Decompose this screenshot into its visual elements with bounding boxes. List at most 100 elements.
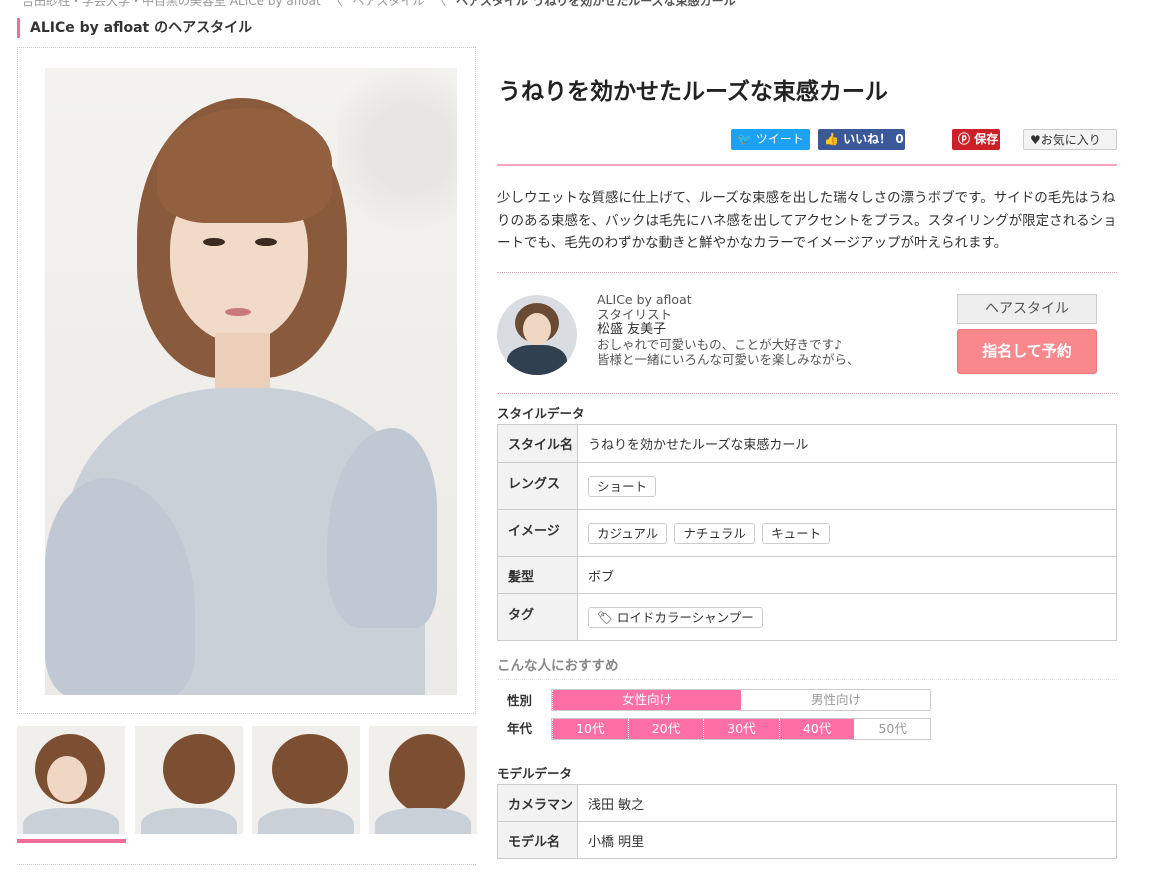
photo-eye-right <box>255 238 277 246</box>
gender-bar: 女性向け 男性向け <box>551 689 931 711</box>
row-key: イメージ <box>497 509 578 557</box>
tweet-button[interactable]: 🐦 ツイート <box>731 129 810 150</box>
stylist-info: ALICe by afloat スタイリスト 松盛 友美子 おしゃれで可愛いもの… <box>597 292 860 367</box>
pin-label: 保存 <box>974 132 999 146</box>
age-50s: 50代 <box>854 719 930 739</box>
stylist-name[interactable]: 松盛 友美子 <box>597 322 860 337</box>
stylist-salon: ALICe by afloat <box>597 292 692 307</box>
table-row: スタイル名 うねりを効かせたルーズな束感カール <box>497 424 1117 463</box>
thumbnail-front[interactable] <box>17 726 125 834</box>
gender-label: 性別 <box>507 693 533 708</box>
thumb-hair <box>272 734 348 804</box>
twitter-bird-icon: 🐦 <box>737 132 752 146</box>
pinterest-icon: ⓟ <box>958 132 971 146</box>
row-key: レングス <box>497 462 578 510</box>
breadcrumb: 吉田紗柱・学芸大学・中目黒の美容室 ALICe by afloat 〈 ヘアスタ… <box>22 0 742 9</box>
table-row: モデル名 小橋 明里 <box>497 821 1117 859</box>
row-value: 🏷 ロイドカラーシャンプー <box>577 593 1117 641</box>
row-key: カメラマン <box>497 784 578 822</box>
gender-female: 女性向け <box>552 690 741 710</box>
book-with-stylist-button[interactable]: 指名して予約 <box>957 329 1097 374</box>
main-hairstyle-photo[interactable] <box>45 68 457 695</box>
breadcrumb-home[interactable]: 吉田紗柱・学芸大学・中目黒の美容室 ALICe by afloat <box>22 0 321 8</box>
thumb-hair <box>389 734 465 814</box>
table-row: 髪型 ボブ <box>497 556 1117 594</box>
fav-label: ♥お気に入り <box>1030 133 1101 147</box>
main-photo-frame <box>17 47 476 714</box>
image-chip[interactable]: カジュアル <box>588 522 668 544</box>
tag-icon: 🏷 <box>597 609 613 625</box>
style-data-table: スタイル名 うねりを効かせたルーズな束感カール レングス ショート イメージ カ… <box>497 424 1117 641</box>
row-key: タグ <box>497 593 578 641</box>
thumbnail-active-indicator <box>17 839 126 843</box>
stylist-hairstyles-button[interactable]: ヘアスタイル <box>957 294 1097 324</box>
length-chip[interactable]: ショート <box>588 475 657 497</box>
row-value: 小橋 明里 <box>577 821 1117 859</box>
like-button[interactable]: 👍 いいね！ 0 <box>818 129 905 150</box>
row-key: スタイル名 <box>497 424 578 463</box>
thumbnail-strip <box>17 726 477 846</box>
thumb-face <box>47 756 87 802</box>
model-data-heading: モデルデータ <box>497 766 573 781</box>
photo-lips <box>225 308 251 316</box>
stylist-bio-line2: 皆様と一緒にいろんな可愛いを楽しみながら、 <box>597 352 860 367</box>
table-row: レングス ショート <box>497 462 1117 510</box>
photo-eye-left <box>203 238 225 246</box>
thumb-body <box>375 808 471 834</box>
image-chip[interactable]: ナチュラル <box>674 522 755 544</box>
tweet-label: ツイート <box>755 132 804 146</box>
stylist-bio-line1: おしゃれで可愛いもの、ことが大好きです♪ <box>597 337 843 352</box>
image-chip[interactable]: キュート <box>762 522 831 544</box>
thumbnail-back[interactable] <box>369 726 477 834</box>
thumb-body <box>141 808 237 834</box>
row-key: モデル名 <box>497 821 578 859</box>
pinterest-save-button[interactable]: ⓟ 保存 <box>952 129 1000 150</box>
row-value: ボブ <box>577 556 1117 594</box>
age-20s: 20代 <box>627 719 704 739</box>
stylist-avatar[interactable] <box>497 295 577 375</box>
photo-wall-decor <box>337 68 457 268</box>
page-title: うねりを効かせたルーズな束感カール <box>498 79 888 105</box>
age-40s: 40代 <box>778 719 855 739</box>
salon-heading: ALICe by afloat のヘアスタイル <box>17 18 252 38</box>
row-key: 髪型 <box>497 556 578 594</box>
breadcrumb-sep: 〈 <box>434 0 447 8</box>
gender-male: 男性向け <box>741 690 930 710</box>
thumb-hair <box>163 734 235 804</box>
table-row: タグ 🏷 ロイドカラーシャンプー <box>497 593 1117 641</box>
style-description: 少しウエットな質感に仕上げて、ルーズな束感を出した瑞々しさの漂うボブです。サイド… <box>497 190 1117 251</box>
photo-bangs <box>157 108 332 223</box>
like-label: いいね！ 0 <box>843 132 904 146</box>
tag-label: ロイドカラーシャンプー <box>616 609 754 625</box>
style-data-heading: スタイルデータ <box>497 406 585 421</box>
stylist-role: スタイリスト <box>597 307 673 322</box>
avatar-body <box>507 345 567 375</box>
row-value: カジュアル ナチュラル キュート <box>577 509 1117 557</box>
thumbnail-side[interactable] <box>135 726 243 834</box>
breadcrumb-hairstyle[interactable]: ヘアスタイル <box>352 0 424 8</box>
thumbs-up-icon: 👍 <box>824 132 839 146</box>
thumb-body <box>258 808 354 834</box>
table-row: カメラマン 浅田 敏之 <box>497 784 1117 822</box>
lower-frame <box>17 864 476 895</box>
age-30s: 30代 <box>703 719 779 739</box>
row-value: 浅田 敏之 <box>577 784 1117 822</box>
divider <box>497 679 1117 680</box>
model-data-table: カメラマン 浅田 敏之 モデル名 小橋 明里 <box>497 784 1117 859</box>
favorite-button[interactable]: ♥お気に入り <box>1023 129 1117 150</box>
tag-chip[interactable]: 🏷 ロイドカラーシャンプー <box>588 606 763 628</box>
divider <box>497 272 1117 273</box>
breadcrumb-current: ヘアスタイル うねりを効かせたルーズな束感カール <box>456 0 736 8</box>
row-value: うねりを効かせたルーズな束感カール <box>577 424 1117 463</box>
row-value: ショート <box>577 462 1117 510</box>
thumbnail-back-side[interactable] <box>252 726 360 834</box>
table-row: イメージ カジュアル ナチュラル キュート <box>497 509 1117 557</box>
age-10s: 10代 <box>552 719 628 739</box>
age-bar: 10代 20代 30代 40代 50代 <box>551 718 931 740</box>
title-divider <box>497 164 1117 166</box>
avatar-face <box>523 313 551 345</box>
recommend-heading: こんな人におすすめ <box>497 658 619 674</box>
breadcrumb-sep: 〈 <box>330 0 343 8</box>
age-label: 年代 <box>507 721 533 736</box>
thumb-body <box>23 808 119 834</box>
